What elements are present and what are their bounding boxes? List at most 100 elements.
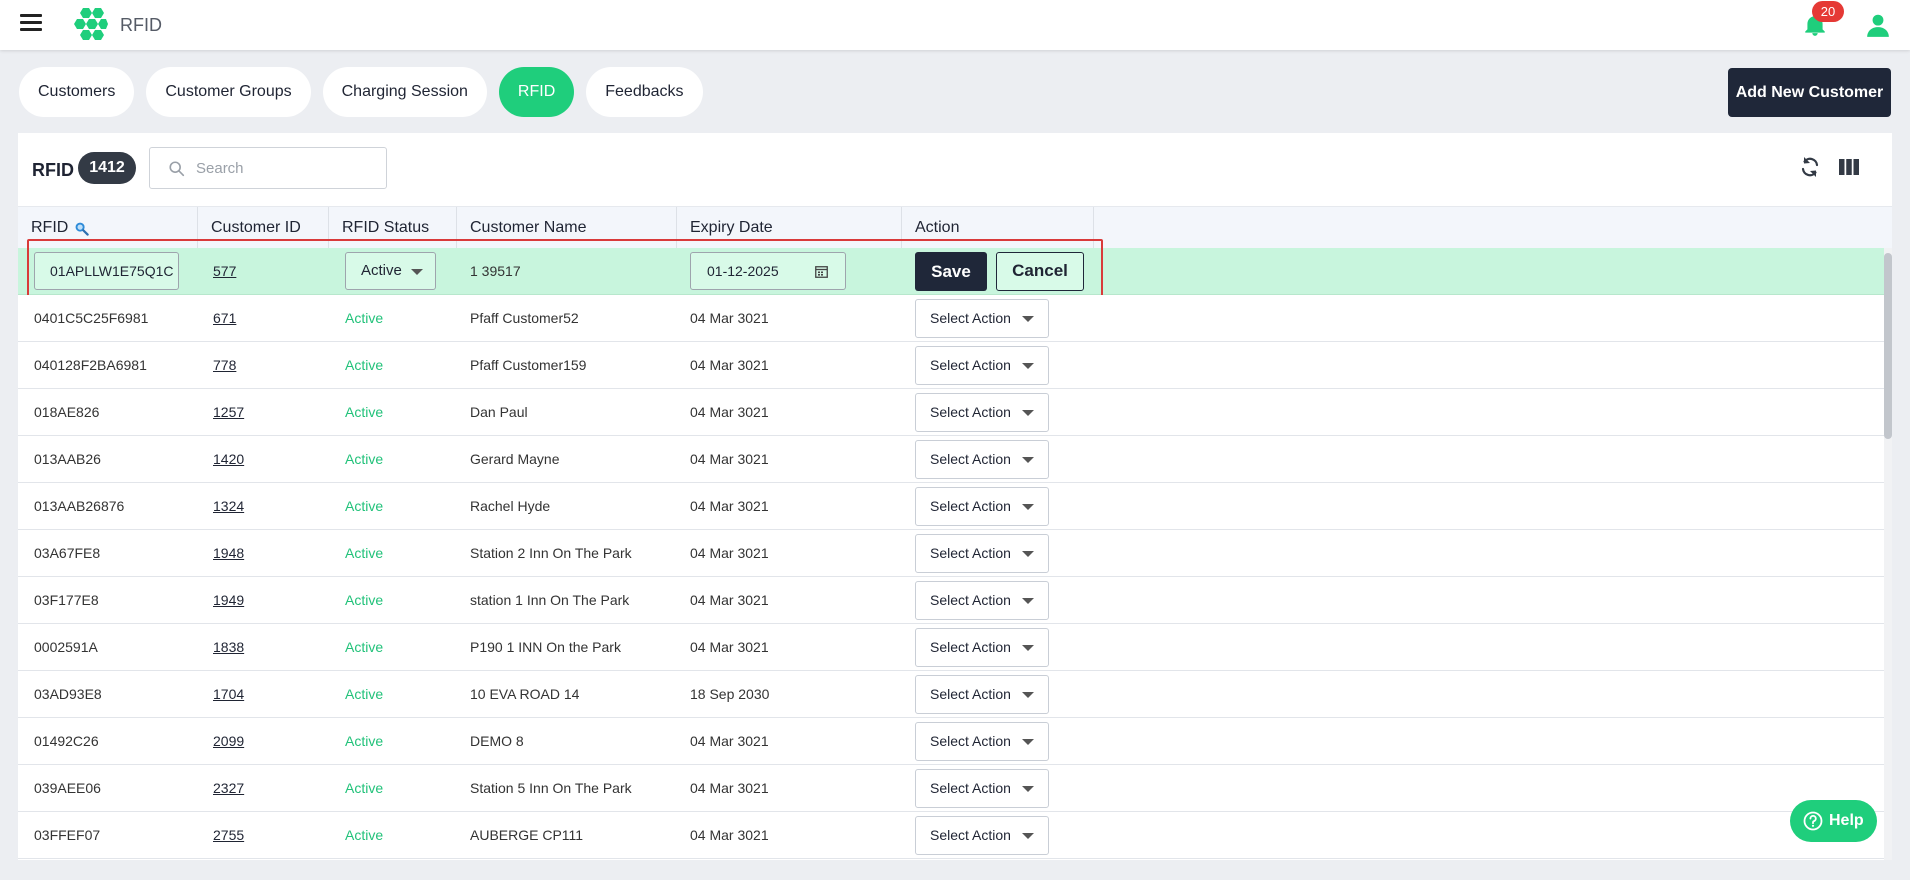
column-header-expiry-date[interactable]: Expiry Date [677, 207, 902, 249]
rfid-search-icon[interactable] [74, 221, 89, 236]
customer-id-link[interactable]: 2099 [213, 718, 244, 765]
rfid-status-cell: Active [345, 357, 384, 373]
save-button[interactable]: Save [915, 252, 987, 291]
expiry-date-cell: 04 Mar 3021 [690, 310, 769, 326]
search-icon [169, 161, 185, 177]
customer-id-link[interactable]: 1420 [213, 436, 244, 483]
customer-id-link[interactable]: 577 [213, 248, 236, 295]
rfid-status-cell: Active [345, 733, 384, 749]
rfid-status-cell: Active [345, 686, 384, 702]
user-icon[interactable] [1865, 12, 1891, 38]
caret-down-icon [1022, 504, 1034, 510]
table-row: 03A67FE8 1948 Active Station 2 Inn On The P… [18, 530, 1884, 577]
table-row: 013AAB26 1420 Active Gerard Mayne 04 Mar 302… [18, 436, 1884, 483]
select-action-dropdown[interactable]: Select Action [915, 628, 1049, 667]
select-action-label: Select Action [930, 357, 1011, 373]
rfid-status-cell: Active [345, 498, 384, 514]
table-row: 018AE826 1257 Active Dan Paul 04 Mar 3021 Sel… [18, 389, 1884, 436]
notification-badge: 20 [1812, 1, 1844, 22]
tab-customer-groups[interactable]: Customer Groups [146, 67, 311, 117]
caret-down-icon [1022, 551, 1034, 557]
rfid-status-value: Active [361, 262, 402, 279]
logo-icon [74, 8, 108, 40]
customer-name: 1 39517 [470, 263, 521, 279]
caret-down-icon [411, 269, 423, 275]
customer-id-link[interactable]: 2755 [213, 812, 244, 859]
select-action-dropdown[interactable]: Select Action [915, 440, 1049, 479]
expiry-date-cell: 04 Mar 3021 [690, 451, 769, 467]
customer-id-link[interactable]: 778 [213, 342, 236, 389]
help-button[interactable]: Help [1790, 800, 1877, 842]
select-action-dropdown[interactable]: Select Action [915, 534, 1049, 573]
select-action-dropdown[interactable]: Select Action [915, 299, 1049, 338]
column-header-rfid-status[interactable]: RFID Status [329, 207, 457, 249]
customer-id-link[interactable]: 1948 [213, 530, 244, 577]
top-bar: RFID 20 [0, 0, 1910, 50]
select-action-dropdown[interactable]: Select Action [915, 722, 1049, 761]
rfid-status-cell: Active [345, 451, 384, 467]
expiry-date-cell: 04 Mar 3021 [690, 404, 769, 420]
select-action-dropdown[interactable]: Select Action [915, 816, 1049, 855]
table-row: 0002591A 1838 Active P190 1 INN On the Park… [18, 624, 1884, 671]
search-input[interactable] [196, 157, 376, 179]
customer-name-cell: P190 1 INN On the Park [470, 639, 621, 655]
columns-icon[interactable] [1838, 156, 1860, 178]
refresh-icon[interactable] [1798, 155, 1822, 179]
rfid-status-select[interactable]: Active [345, 252, 436, 290]
customer-name-cell: Station 2 Inn On The Park [470, 545, 632, 561]
column-header-customer-id[interactable]: Customer ID [198, 207, 329, 249]
select-action-dropdown[interactable]: Select Action [915, 346, 1049, 385]
add-new-customer-button[interactable]: Add New Customer [1728, 68, 1891, 117]
select-action-label: Select Action [930, 780, 1011, 796]
caret-down-icon [1022, 739, 1034, 745]
customer-name-cell: Pfaff Customer52 [470, 310, 579, 326]
calendar-icon[interactable] [815, 265, 828, 278]
column-header-customer-name[interactable]: Customer Name [457, 207, 677, 249]
caret-down-icon [1022, 598, 1034, 604]
cancel-button[interactable]: Cancel [996, 252, 1084, 291]
rfid-status-cell: Active [345, 310, 384, 326]
rfid-edit-input[interactable] [34, 252, 179, 290]
select-action-dropdown[interactable]: Select Action [915, 487, 1049, 526]
table-row: 01492C26 2099 Active DEMO 8 04 Mar 3021 Selec… [18, 718, 1884, 765]
expiry-date-input[interactable]: 01-12-2025 [690, 252, 846, 290]
rfid-status-cell: Active [345, 639, 384, 655]
customer-id-link[interactable]: 671 [213, 295, 236, 342]
customer-id-link[interactable]: 1704 [213, 671, 244, 718]
select-action-label: Select Action [930, 451, 1011, 467]
rfid-status-cell: Active [345, 827, 384, 843]
caret-down-icon [1022, 786, 1034, 792]
caret-down-icon [1022, 645, 1034, 651]
scrollbar-thumb[interactable] [1884, 253, 1892, 439]
select-action-dropdown[interactable]: Select Action [915, 675, 1049, 714]
menu-icon[interactable] [20, 14, 42, 34]
select-action-label: Select Action [930, 686, 1011, 702]
tab-customers[interactable]: Customers [19, 67, 135, 117]
tab-charging-session[interactable]: Charging Session [322, 67, 487, 117]
column-header-rfid[interactable]: RFID [18, 207, 198, 249]
customer-id-link[interactable]: 1257 [213, 389, 244, 436]
table-header: RFID Customer ID RFID Status Customer Na… [18, 206, 1892, 249]
select-action-dropdown[interactable]: Select Action [915, 581, 1049, 620]
select-action-dropdown[interactable]: Select Action [915, 769, 1049, 808]
tab-rfid[interactable]: RFID [498, 67, 575, 117]
customer-id-link[interactable]: 1324 [213, 483, 244, 530]
customer-name-cell: Dan Paul [470, 404, 528, 420]
table-row: 039AEE06 2327 Active Station 5 Inn On The P… [18, 765, 1884, 812]
select-action-label: Select Action [930, 310, 1011, 326]
expiry-date-cell: 04 Mar 3021 [690, 545, 769, 561]
customer-id-link[interactable]: 1949 [213, 577, 244, 624]
rfid-cell: 013AAB26 [34, 451, 101, 467]
customer-id-link[interactable]: 1838 [213, 624, 244, 671]
customer-name-cell: Station 5 Inn On The Park [470, 780, 632, 796]
tab-feedbacks[interactable]: Feedbacks [586, 67, 703, 117]
select-action-dropdown[interactable]: Select Action [915, 393, 1049, 432]
customer-name-cell: DEMO 8 [470, 733, 524, 749]
customer-name-cell: Rachel Hyde [470, 498, 551, 514]
expiry-date-cell: 04 Mar 3021 [690, 357, 769, 373]
table-row: 0401C5C25F6981 671 Active Pfaff Customer52 0… [18, 295, 1884, 342]
expiry-date-value: 01-12-2025 [707, 263, 779, 279]
help-icon [1803, 811, 1823, 831]
customer-id-link[interactable]: 2327 [213, 765, 244, 812]
rfid-cell: 013AAB26876 [34, 498, 125, 514]
